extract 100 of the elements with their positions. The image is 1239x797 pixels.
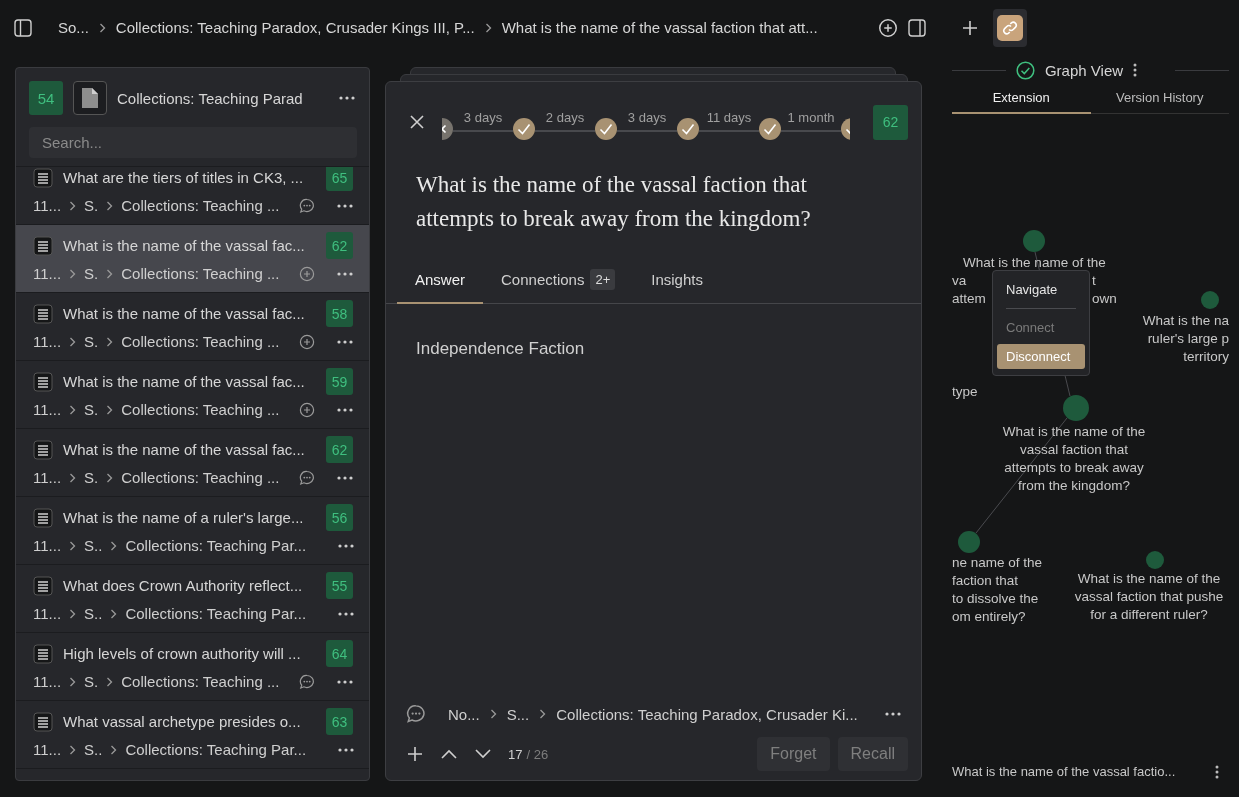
breadcrumb-text: Collections: Teaching ... xyxy=(121,401,280,418)
more-icon[interactable] xyxy=(885,712,901,716)
menu-item[interactable]: Navigate xyxy=(997,277,1085,302)
comment-icon[interactable] xyxy=(299,673,315,690)
add-icon[interactable] xyxy=(299,333,315,350)
list-item[interactable]: High levels of crown authority will ... 64 11... S. Collections: Teaching ... xyxy=(16,633,369,701)
breadcrumb-link[interactable]: Collections: Teaching Paradox, Crusader Ki... xyxy=(556,705,858,723)
search-field[interactable]: Search... xyxy=(29,127,357,158)
node-label: t xyxy=(1092,272,1096,290)
check-icon xyxy=(513,118,535,140)
breadcrumb-link[interactable]: Collections: Teaching Paradox, Crusader Kings III, P... xyxy=(115,19,475,36)
more-icon[interactable] xyxy=(338,611,355,616)
chevron-icon xyxy=(69,676,77,687)
list-item[interactable]: What does Crown Authority reflect... 55 11... S.. Collections: Teaching Par... xyxy=(16,565,369,633)
node-label: attempts to break away xyxy=(1004,459,1144,477)
breadcrumb-link[interactable]: So... xyxy=(58,19,89,36)
chevron-icon xyxy=(69,268,77,279)
chevron-icon xyxy=(110,540,118,551)
note-icon xyxy=(33,643,53,664)
node-label: What is the name of the xyxy=(1077,570,1221,588)
item-title: High levels of crown authority will ... xyxy=(63,645,302,662)
item-title: What is the name of the vassal fac... xyxy=(63,305,306,322)
breadcrumb-text: 11... xyxy=(33,197,62,214)
breadcrumb-link[interactable]: S... xyxy=(506,705,530,723)
node-label: for a different ruler? xyxy=(1090,606,1208,624)
interval-label: 3 days xyxy=(463,110,503,125)
tab[interactable]: Connections 2+ xyxy=(483,260,634,304)
item-title: What are the tiers of titles in CK3, ... xyxy=(63,169,305,186)
score-badge: 54 xyxy=(29,81,63,115)
score-badge: 65 xyxy=(326,167,353,191)
chevron-icon xyxy=(69,336,77,347)
up-icon[interactable] xyxy=(440,748,458,760)
add-icon[interactable] xyxy=(406,745,424,763)
breadcrumb-text: 11... xyxy=(33,673,62,690)
more-icon[interactable] xyxy=(338,543,355,548)
node-label: om entirely? xyxy=(952,608,1026,626)
comment-icon[interactable] xyxy=(299,197,315,214)
tab[interactable]: Insights xyxy=(633,260,721,304)
list-item[interactable]: What vassal archetype presides o... 63 11... S.. Collections: Teaching Par... xyxy=(16,701,369,769)
tab[interactable]: Version History xyxy=(1090,85,1229,114)
more-icon[interactable] xyxy=(338,747,355,752)
check-icon xyxy=(595,118,617,140)
more-icon[interactable] xyxy=(1215,764,1219,779)
node-label: attem xyxy=(952,290,986,308)
more-icon[interactable] xyxy=(337,271,353,276)
breadcrumb-link[interactable]: No... xyxy=(448,705,480,723)
more-icon[interactable] xyxy=(337,407,353,412)
more-icon[interactable] xyxy=(337,339,353,344)
graph-node[interactable] xyxy=(1201,291,1219,309)
list-item[interactable]: What is the name of the vassal fac... 58 11... S. Collections: Teaching ... xyxy=(16,293,369,361)
interval-label: 11 days xyxy=(706,110,752,125)
graph-node[interactable] xyxy=(1063,395,1089,421)
chevron-icon xyxy=(110,608,118,619)
more-icon[interactable] xyxy=(337,475,353,480)
node-label: What is the name of the xyxy=(1002,423,1146,441)
chevron-icon xyxy=(69,540,77,551)
link-icon xyxy=(1002,19,1018,36)
panel-icon[interactable] xyxy=(908,18,926,37)
tab[interactable]: Answer xyxy=(397,260,484,304)
sidebar-icon[interactable] xyxy=(14,18,32,37)
list-item[interactable]: What is the name of the vassal fac... 62 11... S. Collections: Teaching ... xyxy=(16,225,369,293)
node-label: What is the na xyxy=(1142,312,1229,330)
interval-label: 3 days xyxy=(627,110,667,125)
tab[interactable]: Extension xyxy=(952,85,1091,114)
list-item[interactable]: What is the name of the vassal fac... 62 11... S. Collections: Teaching ... xyxy=(16,429,369,497)
breadcrumb-text: Collections: Teaching Par... xyxy=(125,537,307,554)
score-badge: 62 xyxy=(326,232,353,259)
add-icon[interactable] xyxy=(299,401,315,418)
card-total: / 26 xyxy=(526,746,549,762)
item-title: What does Crown Authority reflect... xyxy=(63,577,304,594)
graph-node[interactable] xyxy=(1146,551,1164,569)
breadcrumb-text: S. xyxy=(84,333,99,350)
score-badge: 58 xyxy=(326,300,353,327)
link-button[interactable] xyxy=(993,8,1027,47)
chevron-icon xyxy=(106,404,114,415)
graph-node[interactable] xyxy=(1023,230,1045,252)
comment-icon[interactable] xyxy=(299,469,315,486)
chevron-icon xyxy=(69,404,77,415)
more-icon[interactable] xyxy=(339,96,355,100)
graph-node[interactable] xyxy=(958,531,980,553)
comment-icon[interactable] xyxy=(406,704,426,724)
chevron-icon xyxy=(106,472,114,483)
list-item[interactable]: What is the name of a ruler's large... 56 11... S.. Collections: Teaching Par... xyxy=(16,497,369,565)
down-icon[interactable] xyxy=(474,748,492,760)
more-icon[interactable] xyxy=(337,203,353,208)
add-icon[interactable] xyxy=(961,18,979,37)
more-icon[interactable] xyxy=(337,679,353,684)
breadcrumb-link[interactable]: What is the name of the vassal faction that att... xyxy=(501,19,818,36)
breadcrumb-text: Collections: Teaching ... xyxy=(121,673,280,690)
breadcrumb-text: Collections: Teaching Par... xyxy=(125,605,307,622)
add-icon[interactable] xyxy=(878,17,898,38)
breadcrumb-text: Collections: Teaching ... xyxy=(121,333,280,350)
list-item[interactable]: What is the name of the vassal fac... 59 11... S. Collections: Teaching ... xyxy=(16,361,369,429)
chevron-icon xyxy=(539,709,547,719)
note-icon xyxy=(33,711,53,732)
node-label: va xyxy=(952,272,967,290)
more-icon[interactable] xyxy=(1133,63,1138,77)
check-icon xyxy=(677,118,699,140)
note-icon xyxy=(33,235,53,256)
breadcrumb-text: 11... xyxy=(33,265,62,282)
